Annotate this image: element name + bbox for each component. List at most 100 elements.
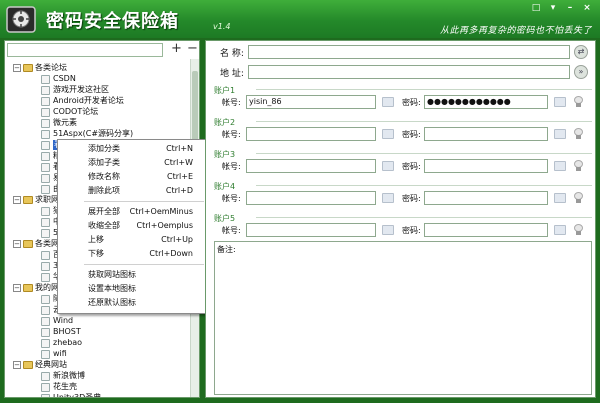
search-row: + − xyxy=(7,41,198,57)
site-favicon-icon xyxy=(41,118,50,128)
menu-item-label: 上移 xyxy=(88,235,104,244)
tree-item[interactable]: Unity3D圣典 xyxy=(41,393,101,397)
account-title: 账户4 xyxy=(214,182,236,191)
context-menu-item[interactable]: 删除此项 Ctrl+D xyxy=(58,184,209,198)
menu-item-shortcut: Ctrl+OemMinus xyxy=(129,207,193,216)
copy-account-icon[interactable] xyxy=(382,193,394,203)
app-version: v1.4 xyxy=(213,22,231,31)
account-field[interactable] xyxy=(246,191,376,205)
tree-category[interactable]: − 各类论坛 xyxy=(13,63,67,73)
account-group: 账户1 帐号: yisin_86 密码: ●●●●●●●●●●●● xyxy=(214,85,594,115)
site-favicon-icon xyxy=(41,74,50,84)
copy-password-icon[interactable] xyxy=(554,97,566,107)
tree-item[interactable]: BHOST xyxy=(41,327,81,337)
show-password-bulb-icon[interactable] xyxy=(574,128,583,139)
show-password-bulb-icon[interactable] xyxy=(574,160,583,171)
tree-item[interactable]: wifi xyxy=(41,349,67,359)
copy-password-icon[interactable] xyxy=(554,161,566,171)
copy-password-icon[interactable] xyxy=(554,129,566,139)
site-favicon-icon xyxy=(41,371,50,381)
account-group: 账户5 帐号: 密码: xyxy=(214,213,594,243)
password-field[interactable] xyxy=(424,191,548,205)
context-menu-item[interactable]: 设置本地图标 xyxy=(58,282,209,296)
tree-item[interactable]: 花生壳 xyxy=(41,382,77,392)
tree-item-label: CODOT论坛 xyxy=(53,107,99,116)
collapse-icon[interactable]: − xyxy=(13,64,21,72)
pin-icon[interactable]: □ xyxy=(531,3,541,13)
password-field[interactable] xyxy=(424,159,548,173)
tree-item[interactable]: Android开发者论坛 xyxy=(41,96,124,106)
copy-account-icon[interactable] xyxy=(382,129,394,139)
remove-item-button[interactable]: − xyxy=(187,41,198,56)
context-menu-item[interactable]: 展开全部 Ctrl+OemMinus xyxy=(58,205,209,219)
collapse-icon[interactable]: − xyxy=(13,240,21,248)
folder-icon xyxy=(23,64,33,72)
password-field[interactable]: ●●●●●●●●●●●● xyxy=(424,95,548,109)
search-input[interactable] xyxy=(7,43,163,57)
memo-label: 备注: xyxy=(217,245,236,254)
context-menu-item[interactable]: 还原默认图标 xyxy=(58,296,209,310)
account-field[interactable]: yisin_86 xyxy=(246,95,376,109)
shuffle-icon[interactable]: ⇄ xyxy=(574,45,588,59)
site-favicon-icon xyxy=(41,338,50,348)
site-favicon-icon xyxy=(41,316,50,326)
site-favicon-icon xyxy=(41,327,50,337)
tree-category[interactable]: − 经典网站 xyxy=(13,360,67,370)
copy-password-icon[interactable] xyxy=(554,193,566,203)
site-favicon-icon xyxy=(41,261,50,271)
collapse-icon[interactable]: − xyxy=(13,361,21,369)
go-forward-icon[interactable]: » xyxy=(574,65,588,79)
show-password-bulb-icon[interactable] xyxy=(574,96,583,107)
tree-item-label: wifi xyxy=(53,349,67,358)
safe-logo-icon xyxy=(6,6,36,33)
memo-area[interactable]: 备注: xyxy=(214,241,592,395)
menu-item-label: 下移 xyxy=(88,249,104,258)
collapse-icon[interactable]: − xyxy=(13,284,21,292)
tree-item[interactable]: 微元素 xyxy=(41,118,77,128)
tree-item[interactable]: Wind xyxy=(41,316,73,326)
tree-item[interactable]: CODOT论坛 xyxy=(41,107,98,117)
menu-dropdown-icon[interactable]: ▾ xyxy=(548,3,558,13)
context-menu-item[interactable]: 添加分类 Ctrl+N xyxy=(58,142,209,156)
collapse-icon[interactable]: − xyxy=(13,196,21,204)
tree-item[interactable]: 新浪微博 xyxy=(41,371,85,381)
menu-separator xyxy=(84,201,204,202)
tree-item-label: Android开发者论坛 xyxy=(53,96,124,105)
scroll-thumb[interactable] xyxy=(192,71,198,141)
url-field[interactable] xyxy=(248,65,570,79)
copy-account-icon[interactable] xyxy=(382,161,394,171)
copy-account-icon[interactable] xyxy=(382,97,394,107)
copy-password-icon[interactable] xyxy=(554,225,566,235)
context-menu-item[interactable]: 修改名称 Ctrl+E xyxy=(58,170,209,184)
password-label: 密码: xyxy=(402,162,421,171)
menu-item-shortcut: Ctrl+N xyxy=(166,144,193,153)
group-divider xyxy=(256,89,592,90)
site-favicon-icon xyxy=(41,140,50,150)
minimize-icon[interactable]: – xyxy=(565,3,575,13)
copy-account-icon[interactable] xyxy=(382,225,394,235)
tree-item[interactable]: 51Aspx(C#源码分享) xyxy=(41,129,133,139)
account-group: 账户4 帐号: 密码: xyxy=(214,181,594,211)
show-password-bulb-icon[interactable] xyxy=(574,224,583,235)
password-field[interactable] xyxy=(424,223,548,237)
context-menu-item[interactable]: 下移 Ctrl+Down xyxy=(58,247,209,261)
show-password-bulb-icon[interactable] xyxy=(574,192,583,203)
password-field[interactable] xyxy=(424,127,548,141)
group-divider xyxy=(256,121,592,122)
account-field[interactable] xyxy=(246,159,376,173)
account-field[interactable] xyxy=(246,127,376,141)
app-slogan: 从此再多再复杂的密码也不怕丢失了 xyxy=(439,26,592,36)
account-field[interactable] xyxy=(246,223,376,237)
context-menu-item[interactable]: 上移 Ctrl+Up xyxy=(58,233,209,247)
folder-icon xyxy=(23,196,33,204)
tree-item[interactable]: CSDN xyxy=(41,74,76,84)
tree-item[interactable]: zhebao xyxy=(41,338,82,348)
add-item-button[interactable]: + xyxy=(171,41,182,56)
name-field[interactable] xyxy=(248,45,570,59)
tree-item[interactable]: 游戏开发这社区 xyxy=(41,85,109,95)
close-icon[interactable]: × xyxy=(582,3,592,13)
context-menu-item[interactable]: 添加子类 Ctrl+W xyxy=(58,156,209,170)
context-menu-item[interactable]: 收缩全部 Ctrl+Oemplus xyxy=(58,219,209,233)
context-menu-item[interactable]: 获取网站图标 xyxy=(58,268,209,282)
window-controls: □ ▾ – × xyxy=(531,3,592,13)
